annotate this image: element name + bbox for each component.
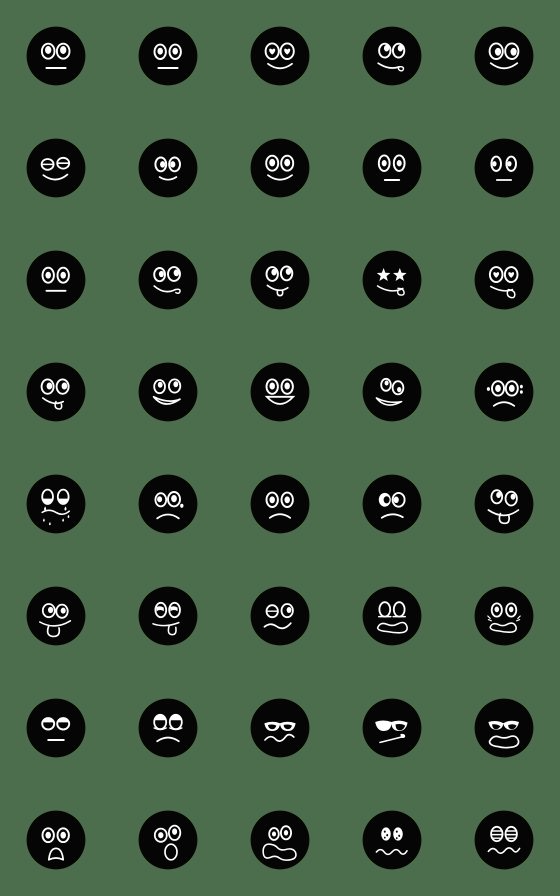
emoji-side-eyes-licking-lips[interactable]: [112, 224, 224, 336]
emoji-heavy-lids-frown[interactable]: [112, 672, 224, 784]
oval-eyes-smile-icon: [138, 138, 198, 198]
teary-eyes-frown-icon: [474, 362, 534, 422]
wide-eyes-tongue-lick-icon: [26, 362, 86, 422]
heart-eyes-smile-icon: [250, 26, 310, 86]
textured-eyes-wavy-mouth-icon: [362, 810, 422, 870]
emoji-tired-eyes-wobbly-mouth[interactable]: [224, 560, 336, 672]
round-eyes-straight-mouth-icon: [138, 26, 198, 86]
bright-eyes-open-smile-icon: [250, 362, 310, 422]
emoji-looking-up-big-tongue[interactable]: [448, 448, 560, 560]
uneven-eyes-peanut-mouth-icon: [250, 810, 310, 870]
sunglasses-cigarette-icon: [362, 698, 422, 758]
striped-eyes-wavy-mouth-icon: [474, 810, 534, 870]
droopy-eyes-blob-mouth-icon: [362, 586, 422, 646]
emoji-wide-eyes-straight-mouth[interactable]: [0, 0, 112, 112]
worried-eyes-tongue-drool-icon: [138, 586, 198, 646]
tired-eyes-wobbly-mouth-icon: [250, 586, 310, 646]
heart-eyes-tongue-out-icon: [474, 250, 534, 310]
emoji-narrow-eyes-straight-mouth[interactable]: [448, 112, 560, 224]
nervous-eyes-squiggle-mouth-icon: [474, 586, 534, 646]
crossed-eyes-frown-icon: [362, 474, 422, 534]
emoji-star-eyes-tongue-out[interactable]: [336, 224, 448, 336]
emoji-shocked-eyes-open-mouth[interactable]: [0, 784, 112, 896]
looking-up-lip-bite-icon: [362, 26, 422, 86]
sleepy-eyes-straight-mouth-icon: [26, 698, 86, 758]
emoji-round-eyes-frown[interactable]: [224, 448, 336, 560]
emoji-bright-eyes-open-smile[interactable]: [224, 336, 336, 448]
happy-eyes-smile-icon: [250, 138, 310, 198]
emoji-big-eyes-wide-smile[interactable]: [448, 0, 560, 112]
crying-eyes-wavy-mouth-icon: [26, 474, 86, 534]
star-eyes-tongue-out-icon: [362, 250, 422, 310]
surprised-eyes-oval-mouth-icon: [138, 810, 198, 870]
emoji-sunglasses-wavy-mouth[interactable]: [224, 672, 336, 784]
emoji-nervous-eyes-squiggle-mouth[interactable]: [448, 560, 560, 672]
emoji-silly-eyes-tongue-out[interactable]: [0, 560, 112, 672]
emoji-worried-eyes-tongue-drool[interactable]: [112, 560, 224, 672]
emoji-half-closed-eyes-smile[interactable]: [0, 112, 112, 224]
emoji-tall-eyes-straight-mouth[interactable]: [336, 112, 448, 224]
emoji-looking-up-tongue-out[interactable]: [224, 224, 336, 336]
sunglasses-wavy-mouth-icon: [250, 698, 310, 758]
crooked-eyes-big-grin-icon: [138, 362, 198, 422]
looking-up-big-tongue-icon: [474, 474, 534, 534]
emoji-uneven-eyes-peanut-mouth[interactable]: [224, 784, 336, 896]
emoji-looking-up-lip-bite[interactable]: [336, 0, 448, 112]
heavy-lids-frown-icon: [138, 698, 198, 758]
emoji-teary-eyes-frown[interactable]: [448, 336, 560, 448]
half-closed-eyes-smile-icon: [26, 138, 86, 198]
emoji-crossed-eyes-frown[interactable]: [336, 448, 448, 560]
sad-eyes-single-tear-frown-icon: [138, 474, 198, 534]
emoji-surprised-eyes-oval-mouth[interactable]: [112, 784, 224, 896]
emoji-heart-eyes-tongue-out[interactable]: [448, 224, 560, 336]
plain-eyes-straight-mouth-icon: [26, 250, 86, 310]
emoji-textured-eyes-wavy-mouth[interactable]: [336, 784, 448, 896]
silly-eyes-tongue-out-icon: [26, 586, 86, 646]
emoji-sad-eyes-single-tear-frown[interactable]: [112, 448, 224, 560]
emoji-happy-eyes-smile[interactable]: [224, 112, 336, 224]
wide-eyes-straight-mouth-icon: [26, 26, 86, 86]
shocked-eyes-open-mouth-icon: [26, 810, 86, 870]
emoji-squint-eyes-sly-grin[interactable]: [336, 336, 448, 448]
emoji-striped-eyes-wavy-mouth[interactable]: [448, 784, 560, 896]
emoji-oval-eyes-smile[interactable]: [112, 112, 224, 224]
emoji-crying-eyes-wavy-mouth[interactable]: [0, 448, 112, 560]
emoji-sleepy-eyes-straight-mouth[interactable]: [0, 672, 112, 784]
big-eyes-wide-smile-icon: [474, 26, 534, 86]
emoji-plain-eyes-straight-mouth[interactable]: [0, 224, 112, 336]
emoji-wide-eyes-tongue-lick[interactable]: [0, 336, 112, 448]
angry-brows-grimace-icon: [474, 698, 534, 758]
round-eyes-frown-icon: [250, 474, 310, 534]
emoji-sticker-grid: [0, 0, 560, 896]
emoji-droopy-eyes-blob-mouth[interactable]: [336, 560, 448, 672]
emoji-angry-brows-grimace[interactable]: [448, 672, 560, 784]
squint-eyes-sly-grin-icon: [362, 362, 422, 422]
tall-eyes-straight-mouth-icon: [362, 138, 422, 198]
side-eyes-licking-lips-icon: [138, 250, 198, 310]
looking-up-tongue-out-icon: [250, 250, 310, 310]
narrow-eyes-straight-mouth-icon: [474, 138, 534, 198]
emoji-sunglasses-cigarette[interactable]: [336, 672, 448, 784]
emoji-heart-eyes-smile[interactable]: [224, 0, 336, 112]
emoji-round-eyes-straight-mouth[interactable]: [112, 0, 224, 112]
emoji-crooked-eyes-big-grin[interactable]: [112, 336, 224, 448]
